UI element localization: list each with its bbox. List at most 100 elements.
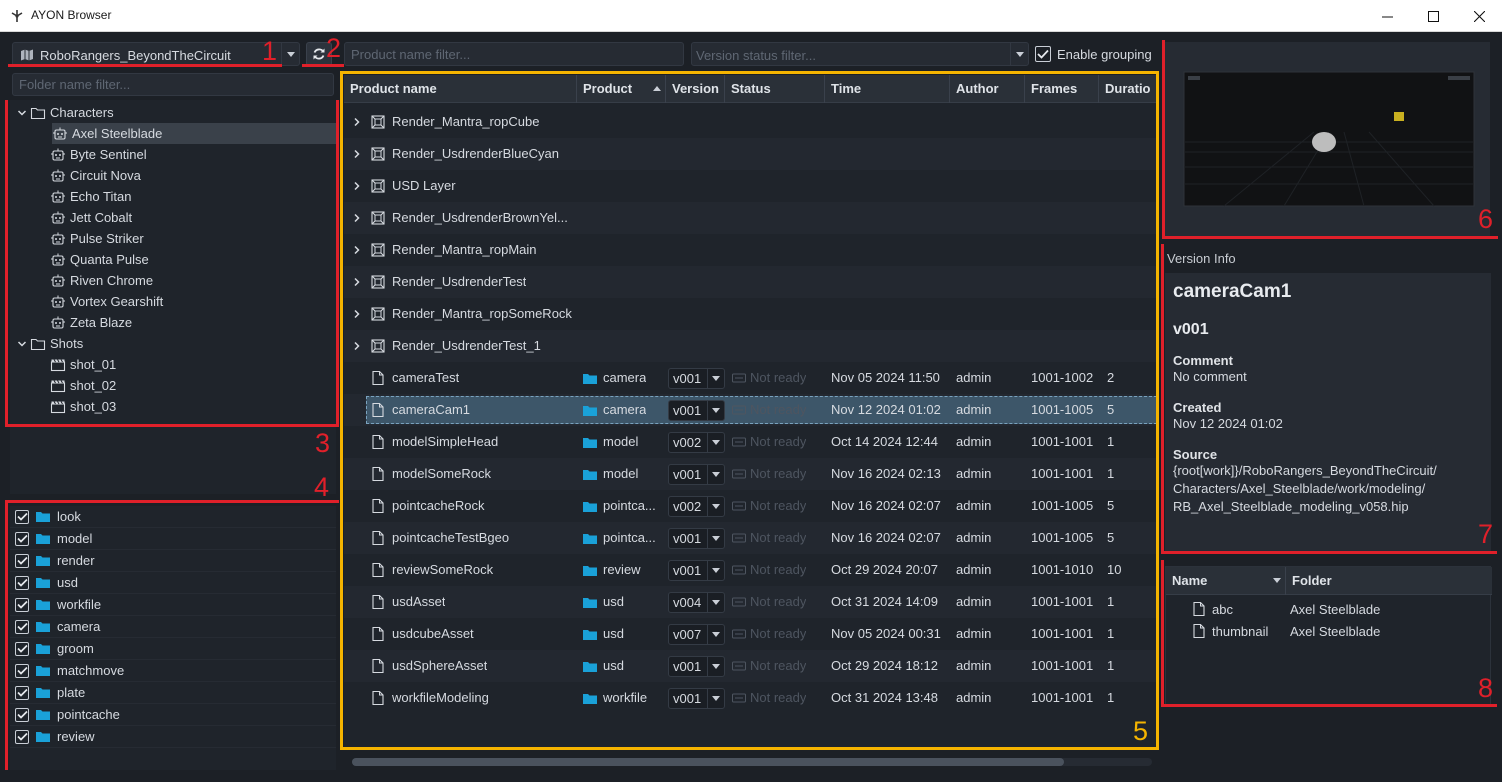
product-row[interactable]: workfileModeling workfile v001 Not ready Oct… bbox=[344, 682, 1157, 714]
product-group-row[interactable]: Render_Mantra_ropSomeRock bbox=[344, 298, 1157, 330]
product-group-row[interactable]: Render_Mantra_ropCube bbox=[344, 106, 1157, 138]
tree-item[interactable]: Zeta Blaze bbox=[50, 312, 132, 333]
tree-item[interactable]: Characters bbox=[14, 102, 114, 123]
tree-item[interactable]: Pulse Striker bbox=[50, 228, 144, 249]
product-type-checkbox[interactable] bbox=[15, 509, 29, 524]
version-selector[interactable]: v001 bbox=[668, 560, 725, 581]
project-selector[interactable]: RoboRangers_BeyondTheCircuit bbox=[12, 42, 300, 66]
product-group-row[interactable]: Render_UsdrenderTest_1 bbox=[344, 330, 1157, 362]
version-status-filter[interactable]: Version status filter... bbox=[691, 42, 1029, 66]
column-header[interactable]: Author bbox=[950, 75, 1025, 103]
tree-item[interactable]: Axel Steelblade bbox=[52, 123, 336, 144]
expand-toggle[interactable] bbox=[14, 339, 30, 349]
column-header-folder[interactable]: Folder bbox=[1286, 567, 1492, 595]
chevron-right-icon[interactable] bbox=[352, 117, 362, 127]
scrollbar-thumb[interactable] bbox=[352, 758, 1064, 766]
product-type-item[interactable]: workfile bbox=[10, 594, 336, 616]
product-type-item[interactable]: usd bbox=[10, 572, 336, 594]
column-header[interactable]: Time bbox=[825, 75, 950, 103]
tree-item[interactable]: Riven Chrome bbox=[50, 270, 153, 291]
product-group-row[interactable]: Render_UsdrenderTest bbox=[344, 266, 1157, 298]
maximize-button[interactable] bbox=[1410, 0, 1456, 32]
product-type-checkbox[interactable] bbox=[15, 531, 29, 546]
representation-row[interactable]: abc Axel Steelblade bbox=[1166, 598, 1492, 620]
tree-item[interactable]: Vortex Gearshift bbox=[50, 291, 163, 312]
product-group-row[interactable]: Render_Mantra_ropMain bbox=[344, 234, 1157, 266]
close-button[interactable] bbox=[1456, 0, 1502, 32]
product-group-row[interactable]: Render_UsdrenderBrownYel... bbox=[344, 202, 1157, 234]
tree-item[interactable]: shot_03 bbox=[50, 396, 116, 417]
product-type-item[interactable]: plate bbox=[10, 682, 336, 704]
version-selector[interactable]: v001 bbox=[668, 464, 725, 485]
version-selector[interactable]: v007 bbox=[668, 624, 725, 645]
version-selector[interactable]: v001 bbox=[668, 528, 725, 549]
product-type-item[interactable]: matchmove bbox=[10, 660, 336, 682]
representation-row[interactable]: thumbnail Axel Steelblade bbox=[1166, 620, 1492, 642]
expand-toggle[interactable] bbox=[14, 108, 30, 118]
product-type-checkbox[interactable] bbox=[15, 707, 29, 722]
chevron-right-icon[interactable] bbox=[352, 245, 362, 255]
tree-item[interactable]: shot_02 bbox=[50, 375, 116, 396]
version-selector[interactable]: v004 bbox=[668, 592, 725, 613]
column-header[interactable]: Frames bbox=[1025, 75, 1099, 103]
product-type-checkbox[interactable] bbox=[15, 597, 29, 612]
product-row[interactable]: usdcubeAsset usd v007 Not ready Nov 05 2024 … bbox=[344, 618, 1157, 650]
product-type-checkbox[interactable] bbox=[15, 663, 29, 678]
product-row[interactable]: cameraCam1 camera v001 Not ready Nov 12 2024… bbox=[344, 394, 1157, 426]
folder-icon bbox=[583, 630, 597, 640]
version-selector[interactable]: v001 bbox=[668, 656, 725, 677]
product-group-row[interactable]: USD Layer bbox=[344, 170, 1157, 202]
tree-item[interactable]: Shots bbox=[14, 333, 83, 354]
column-header[interactable]: Duratio bbox=[1099, 75, 1157, 103]
tree-item[interactable]: Echo Titan bbox=[50, 186, 131, 207]
product-type-item[interactable]: pointcache bbox=[10, 704, 336, 726]
chevron-right-icon[interactable] bbox=[352, 181, 362, 191]
product-row[interactable]: usdAsset usd v004 Not ready Oct 31 2024 14:0… bbox=[344, 586, 1157, 618]
product-type-item[interactable]: model bbox=[10, 528, 336, 550]
version-selector[interactable]: v001 bbox=[668, 368, 725, 389]
column-header-name[interactable]: Name bbox=[1166, 567, 1286, 595]
product-type-checkbox[interactable] bbox=[15, 641, 29, 656]
chevron-right-icon[interactable] bbox=[352, 309, 362, 319]
chevron-right-icon[interactable] bbox=[352, 341, 362, 351]
version-selector[interactable]: v002 bbox=[668, 496, 725, 517]
product-type-item[interactable]: groom bbox=[10, 638, 336, 660]
product-name-filter[interactable] bbox=[344, 42, 684, 66]
chevron-right-icon[interactable] bbox=[352, 149, 362, 159]
column-header[interactable]: Product bbox=[577, 75, 666, 103]
product-type-checkbox[interactable] bbox=[15, 685, 29, 700]
version-selector[interactable]: v002 bbox=[668, 432, 725, 453]
column-header[interactable]: Status bbox=[725, 75, 825, 103]
product-row[interactable]: usdSphereAsset usd v001 Not ready Oct 29 202… bbox=[344, 650, 1157, 682]
minimize-button[interactable] bbox=[1364, 0, 1410, 32]
product-type-item[interactable]: look bbox=[10, 506, 336, 528]
product-type-checkbox[interactable] bbox=[15, 553, 29, 568]
tree-item[interactable]: Jett Cobalt bbox=[50, 207, 132, 228]
horizontal-scrollbar[interactable] bbox=[352, 758, 1152, 766]
grouping-checkbox[interactable] bbox=[1035, 46, 1051, 62]
version-selector[interactable]: v001 bbox=[668, 400, 725, 421]
tree-item[interactable]: Quanta Pulse bbox=[50, 249, 149, 270]
product-group-row[interactable]: Render_UsdrenderBlueCyan bbox=[344, 138, 1157, 170]
product-type-item[interactable]: camera bbox=[10, 616, 336, 638]
tree-item[interactable]: shot_01 bbox=[50, 354, 116, 375]
chevron-right-icon[interactable] bbox=[352, 277, 362, 287]
chevron-right-icon[interactable] bbox=[352, 213, 362, 223]
product-type-item[interactable]: render bbox=[10, 550, 336, 572]
product-type-item[interactable]: review bbox=[10, 726, 336, 748]
column-header[interactable]: Version bbox=[666, 75, 725, 103]
product-type-checkbox[interactable] bbox=[15, 619, 29, 634]
product-row[interactable]: pointcacheRock pointca... v002 Not ready Nov… bbox=[344, 490, 1157, 522]
column-header[interactable]: Product name bbox=[344, 75, 577, 103]
tree-item[interactable]: Byte Sentinel bbox=[50, 144, 147, 165]
product-row[interactable]: cameraTest camera v001 Not ready Nov 05 2024… bbox=[344, 362, 1157, 394]
product-type-checkbox[interactable] bbox=[15, 729, 29, 744]
product-row[interactable]: pointcacheTestBgeo pointca... v001 Not read… bbox=[344, 522, 1157, 554]
tree-item[interactable]: Circuit Nova bbox=[50, 165, 141, 186]
product-row[interactable]: modelSomeRock model v001 Not ready Nov 16 20… bbox=[344, 458, 1157, 490]
folder-name-filter[interactable] bbox=[12, 73, 334, 96]
product-type-checkbox[interactable] bbox=[15, 575, 29, 590]
product-row[interactable]: reviewSomeRock review v001 Not ready Oct 29 … bbox=[344, 554, 1157, 586]
product-row[interactable]: modelSimpleHead model v002 Not ready Oct 14 … bbox=[344, 426, 1157, 458]
version-selector[interactable]: v001 bbox=[668, 688, 725, 709]
